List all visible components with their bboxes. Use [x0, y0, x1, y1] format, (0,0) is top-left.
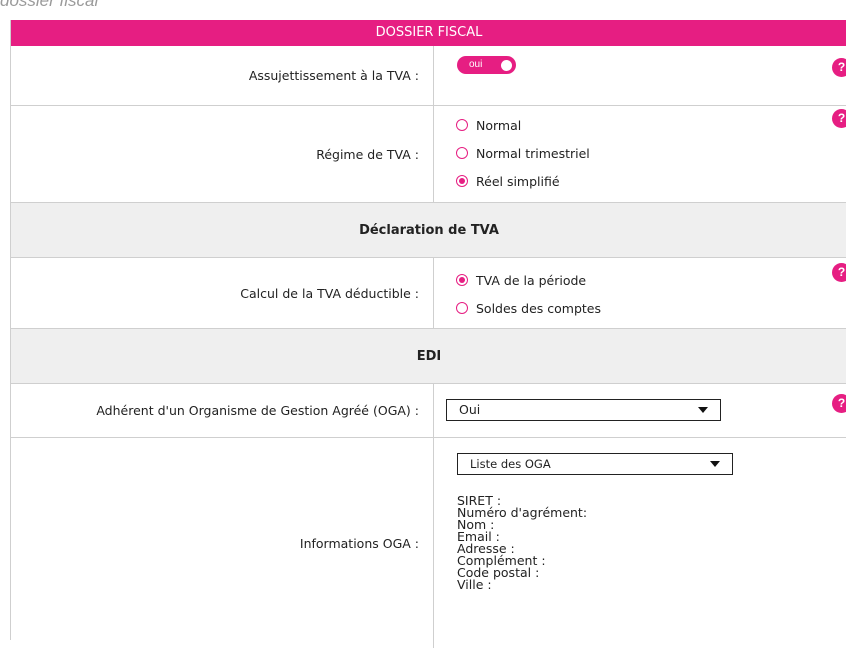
radio-tva-periode[interactable]: TVA de la période: [456, 271, 586, 289]
radio-label: Soldes des comptes: [476, 300, 602, 316]
row-regime: Régime de TVA :: [11, 106, 846, 203]
chevron-down-icon: [698, 407, 708, 413]
help-icon[interactable]: ?: [832, 109, 846, 128]
radio-normal-trimestriel[interactable]: Normal trimestriel: [456, 144, 590, 162]
radio-label: Normal: [476, 117, 522, 133]
help-icon[interactable]: ?: [832, 263, 846, 282]
toggle-label: oui: [469, 59, 483, 70]
help-icon[interactable]: ?: [832, 58, 846, 77]
row-calcul-tva: Calcul de la TVA déductible :: [11, 258, 846, 329]
toggle-knob: [501, 60, 512, 71]
section-header: DOSSIER FISCAL: [11, 20, 846, 46]
row-adherent-oga: Adhérent d'un Organisme de Gestion Agréé…: [11, 384, 846, 438]
radio-button-selected[interactable]: [456, 175, 468, 187]
calcul-label: Calcul de la TVA déductible :: [240, 285, 419, 301]
row-assujettissement: Assujettissement à la TVA : oui: [11, 46, 846, 106]
informations-oga-label: Informations OGA :: [299, 535, 419, 551]
oga-info-fields: SIRET : Numéro d'agrément: Nom : Email :…: [457, 494, 587, 592]
radio-button-selected[interactable]: [456, 274, 468, 286]
radio-label: Normal trimestriel: [476, 145, 590, 161]
oga-member-select[interactable]: Oui: [446, 399, 721, 421]
radio-button[interactable]: [456, 147, 468, 159]
column-divider: [433, 106, 434, 202]
radio-label: TVA de la période: [476, 272, 587, 288]
regime-label: Régime de TVA :: [316, 146, 419, 162]
section-edi: EDI: [11, 329, 846, 384]
tva-toggle[interactable]: oui: [457, 56, 516, 74]
oga-list-select[interactable]: Liste des OGA: [457, 453, 733, 475]
field-ville: Ville :: [457, 577, 492, 592]
section-declaration-tva: Déclaration de TVA: [11, 203, 846, 258]
chevron-down-icon: [710, 461, 720, 467]
column-divider: [433, 258, 434, 328]
adherent-oga-label: Adhérent d'un Organisme de Gestion Agréé…: [96, 403, 419, 418]
dossier-fiscal-form: DOSSIER FISCAL Assujettissement à la TVA…: [10, 20, 846, 648]
column-divider: [433, 46, 434, 105]
assujettissement-label: Assujettissement à la TVA :: [248, 68, 419, 83]
radio-button[interactable]: [456, 119, 468, 131]
radio-soldes-comptes[interactable]: Soldes des comptes: [456, 299, 601, 317]
column-divider: [433, 384, 434, 437]
radio-normal[interactable]: Normal: [456, 116, 521, 134]
column-divider: [433, 438, 434, 648]
radio-button[interactable]: [456, 302, 468, 314]
radio-label: Réel simplifié: [476, 173, 560, 189]
radio-reel-simplifie[interactable]: Réel simplifié: [456, 172, 560, 190]
page-caption: dossier fiscal: [0, 0, 99, 10]
help-icon[interactable]: ?: [832, 394, 846, 413]
